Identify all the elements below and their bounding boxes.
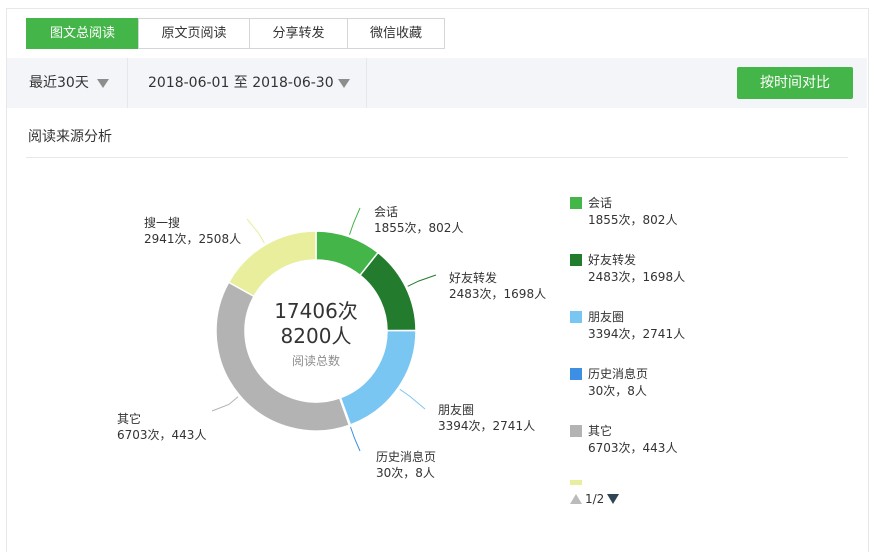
pager-text: 1/2 [585, 492, 605, 506]
legend-name: 会话 [588, 196, 613, 210]
slice-leader-line [399, 388, 426, 410]
page-down-icon[interactable] [607, 494, 620, 504]
legend-item-partial [570, 480, 610, 485]
donut-slice[interactable] [227, 230, 317, 298]
legend-value: 1855次，802人 [588, 213, 678, 227]
legend-value: 30次，8人 [588, 384, 647, 398]
legend-name: 其它 [588, 424, 613, 438]
slice-label-value: 1855次，802人 [374, 221, 464, 235]
legend-swatch [570, 311, 582, 323]
legend-name: 好友转发 [588, 253, 637, 267]
page-up-icon[interactable] [570, 494, 582, 504]
legend-swatch [570, 368, 582, 380]
slice-label-value: 2941次，2508人 [144, 232, 242, 246]
legend-swatch [570, 480, 582, 485]
slice-label-value: 2483次，1698人 [449, 287, 547, 301]
legend-value: 2483次，1698人 [588, 270, 686, 284]
legend-swatch [570, 197, 582, 209]
legend-swatch [570, 425, 582, 437]
center-caption: 阅读总数 [291, 354, 340, 368]
slice-leader-line [350, 426, 361, 452]
slice-label-name: 好友转发 [449, 271, 498, 285]
slice-label-name: 朋友圈 [438, 403, 475, 417]
legend-pager: 1/2 [570, 490, 620, 508]
slice-label-name: 搜一搜 [144, 216, 181, 230]
legend-swatch [570, 254, 582, 266]
legend-name: 历史消息页 [588, 367, 649, 381]
legend-name: 朋友圈 [588, 310, 625, 324]
legend-value: 6703次，443人 [588, 441, 678, 455]
slice-leader-line [211, 396, 239, 412]
slice-leader-line [349, 207, 361, 235]
slice-label-value: 6703次，443人 [117, 428, 207, 442]
read-source-donut-chart [211, 207, 437, 452]
slice-leader-line [246, 218, 265, 244]
slice-label-value: 3394次，2741人 [438, 419, 536, 433]
slice-label-name: 历史消息页 [376, 450, 437, 464]
legend-value: 3394次，2741人 [588, 327, 686, 341]
center-total-users: 8200人 [280, 324, 352, 348]
slice-leader-line [407, 274, 437, 287]
slice-label-value: 30次，8人 [376, 466, 435, 480]
slice-label-name: 其它 [117, 412, 142, 426]
slice-label-name: 会话 [374, 205, 399, 219]
